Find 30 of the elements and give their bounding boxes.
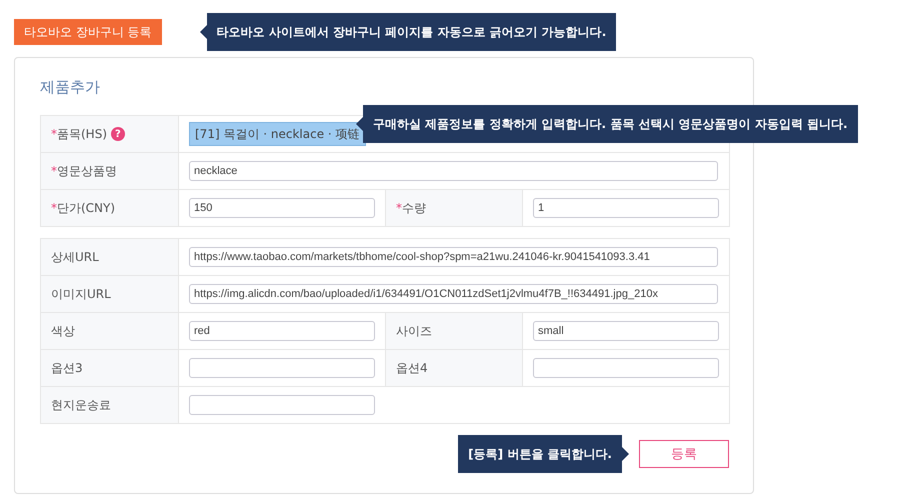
field-label: 옵션4 (396, 360, 428, 374)
field-label: 사이즈 (396, 324, 432, 338)
tooltip: 타오바오 사이트에서 장바구니 페이지를 자동으로 긁어오기 가능합니다. (200, 13, 616, 51)
field-label: 상세URL (51, 250, 99, 264)
input-field[interactable]: red (189, 321, 375, 341)
field-label: 이미지URL (51, 286, 111, 300)
required-mark: * (396, 200, 402, 214)
input-field[interactable] (189, 358, 375, 378)
field-label: 수량 (402, 200, 426, 214)
field-label: 색상 (51, 324, 75, 338)
required-mark: * (51, 164, 57, 178)
field-label: 품목(HS) (57, 126, 108, 140)
field-label: 옵션3 (51, 360, 83, 374)
required-mark: * (51, 200, 57, 214)
input-field[interactable]: 150 (189, 198, 375, 218)
field-label: 현지운송료 (51, 398, 111, 412)
input-field[interactable] (189, 395, 375, 415)
input-field[interactable]: 1 (533, 198, 719, 218)
help-icon[interactable]: ? (110, 127, 125, 142)
input-field[interactable]: small (533, 321, 719, 341)
input-field[interactable]: necklace (189, 161, 718, 181)
field-label: 영문상품명 (57, 164, 117, 178)
required-mark: * (51, 126, 57, 140)
register-button[interactable]: 등록 (639, 440, 729, 468)
input-field[interactable] (533, 358, 719, 378)
section-title: 제품추가 (40, 78, 101, 98)
field-label: 단가(CNY) (57, 200, 116, 214)
input-field[interactable]: https://img.alicdn.com/bao/uploaded/i1/634491/O1CN011zdSet1j2vlmu4f7B_!!634491.jpg_210x (189, 284, 718, 304)
input-field[interactable]: https://www.taobao.com/markets/tbhome/cool-shop?spm=a21wu.241046-kr.9041541093.3.41 (189, 247, 718, 267)
tooltip: [등록] 버튼을 클릭합니다. (458, 435, 629, 473)
